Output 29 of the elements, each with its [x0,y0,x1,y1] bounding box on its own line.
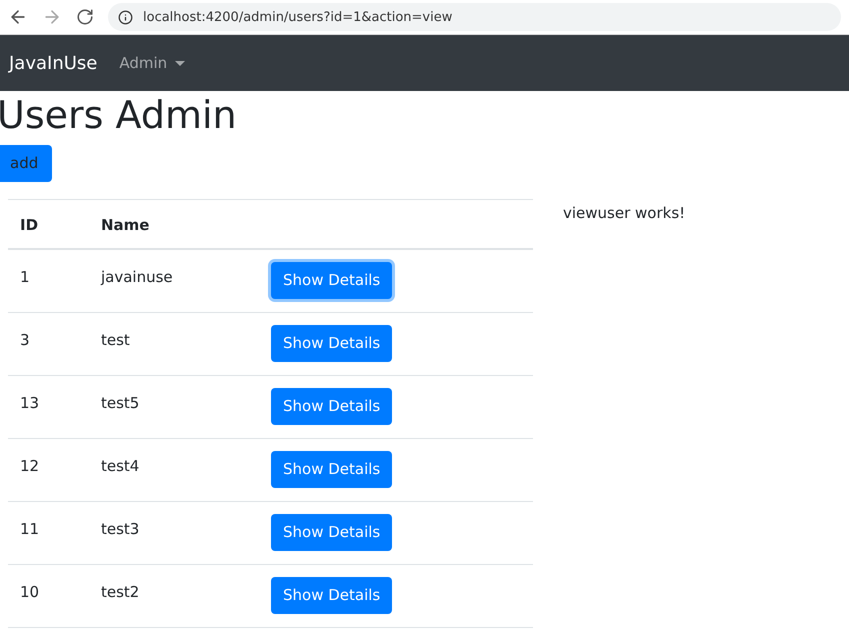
table-cell-text: test [101,330,131,349]
table-cell-text: 11 [20,520,40,538]
page-title: Users Admin [0,93,238,139]
show-details-button[interactable]: Show Details [271,576,392,614]
table-cell-text: 3 [20,330,31,349]
show-details-button[interactable]: Show Details [271,388,392,425]
table-cell-text: javainuse [101,268,174,286]
table-cell-text: 1 [20,268,31,286]
show-details-button[interactable]: Show Details [271,450,392,488]
show-details-button[interactable]: Show Details [271,514,392,551]
table-cell-text: 12 [20,456,40,475]
table-cell-text: test4 [101,456,140,475]
admin-dropdown[interactable]: Admin [119,54,186,72]
table-cell-text: test2 [101,582,140,601]
show-details-button[interactable]: Show Details [271,324,392,362]
address-bar[interactable]: localhost:4200/admin/users?id=1&action=view [108,3,841,31]
add-button[interactable]: add [0,144,52,182]
info-icon [118,10,133,24]
navbar-brand[interactable]: JavaInUse [9,52,98,74]
status-message: viewuser works! [563,204,686,224]
reload-icon[interactable] [76,8,94,26]
column-header: ID [20,216,40,234]
url-text: localhost:4200/admin/users?id=1&action=view [143,10,452,24]
table-cell-text: 13 [20,394,40,412]
show-details-button[interactable]: Show Details [271,262,392,299]
column-header: Name [101,216,150,234]
table-cell-text: 10 [20,582,40,601]
table-cell-text: test3 [101,520,140,538]
table-cell-text: test5 [101,394,140,412]
